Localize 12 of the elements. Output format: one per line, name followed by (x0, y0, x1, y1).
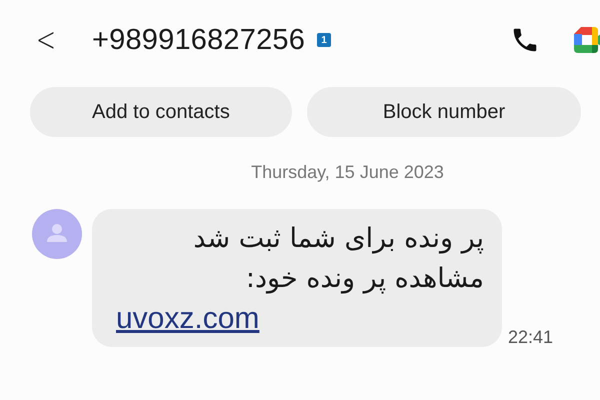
back-button[interactable]: < (36, 20, 76, 60)
message-time: 22:41 (508, 327, 554, 348)
action-button[interactable]: Block number (306, 87, 582, 137)
sim-badge: 1 (317, 33, 332, 47)
avatar-icon (32, 209, 82, 259)
video-call-icon[interactable] (574, 27, 600, 53)
phone-number: +989916827256 (92, 24, 306, 56)
message-line: پر ونده برای شما ثبت شد (192, 222, 484, 256)
date-label: Thursday, 15 June 2023 (251, 162, 444, 183)
action-button[interactable]: Add to contacts (30, 87, 292, 137)
message-link[interactable]: uvoxz.com (116, 299, 260, 339)
message-line: مشاهده پر ونده خود: (244, 262, 484, 296)
